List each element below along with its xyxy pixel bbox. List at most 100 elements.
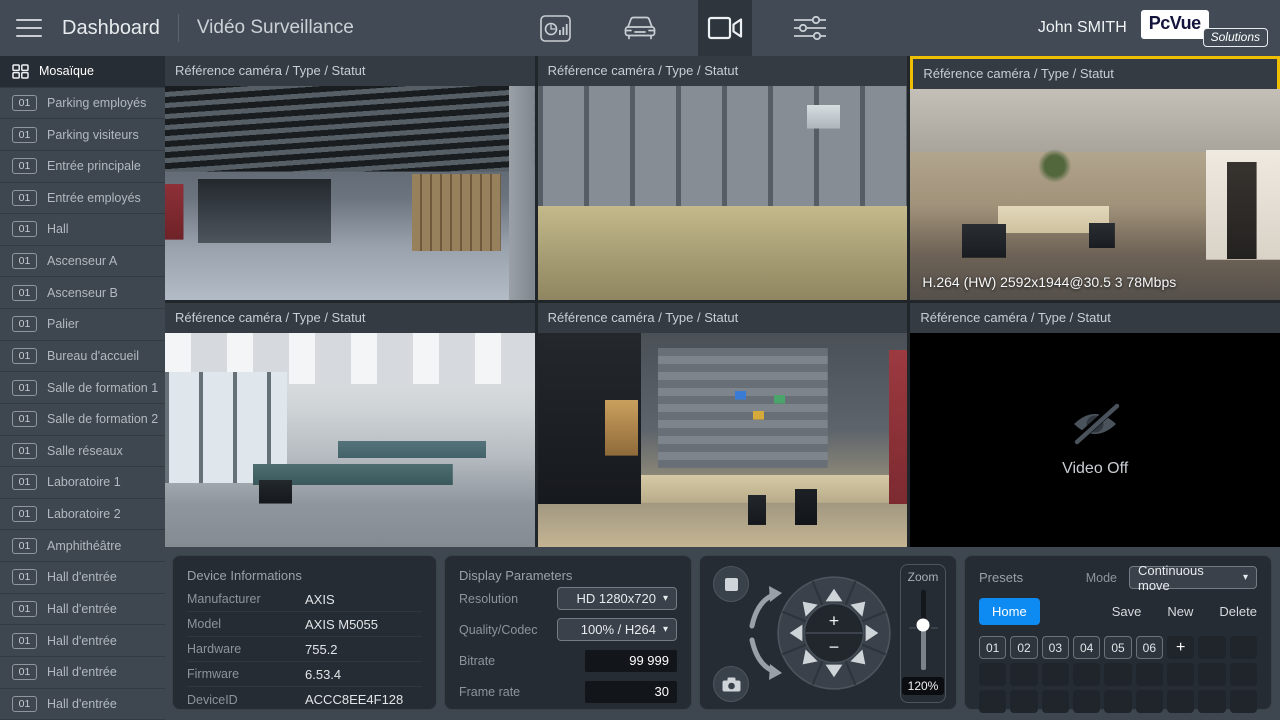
delete-button[interactable]: Delete [1219,604,1257,619]
save-button[interactable]: Save [1112,604,1142,619]
sidebar-item-entree-principale[interactable]: 01 Entrée principale [0,151,165,183]
sidebar-item-hall-dentree-1[interactable]: 01 Hall d'entrée [0,562,165,594]
sidebar-item-label: Ascenseur B [47,285,118,300]
sidebar-item-label: Mosaïque [39,64,94,79]
preset-slot-empty [1104,663,1132,686]
video-surveillance-icon[interactable] [698,0,752,56]
panel-title: Display Parameters [459,568,573,583]
quality-codec-dropdown[interactable]: 100% / H264 [557,618,677,641]
ptz-directional-pad[interactable]: + − [776,575,892,691]
camera-count-badge: 01 [12,379,37,396]
menu-hamburger-icon[interactable] [16,19,42,37]
vehicle-icon[interactable] [613,0,667,56]
new-button[interactable]: New [1167,604,1193,619]
mode-dropdown[interactable]: Continuous move [1129,563,1257,593]
sidebar-item-label: Salle de formation 1 [47,380,159,395]
bitrate-input[interactable]: 99 999 [585,649,677,672]
video-off-panel: Video Off [910,333,1280,547]
sidebar-item-amphitheatre[interactable]: 01 Amphithéâtre [0,530,165,562]
video-frame [165,86,535,300]
preset-slot-01[interactable]: 01 [979,636,1007,659]
camera-tile-header: Référence caméra / Type / Statut [165,56,535,86]
preset-slot-05[interactable]: 05 [1104,636,1132,659]
video-off-eye-icon [1072,403,1120,445]
sidebar-item-label: Hall d'entrée [47,633,117,648]
preset-slot-02[interactable]: 02 [1010,636,1038,659]
logo-primary: PcVue [1140,9,1209,39]
device-info-value: AXIS [305,591,335,607]
camera-video-feed[interactable] [537,86,908,300]
sidebar-item-bureau-daccueil[interactable]: 01 Bureau d'accueil [0,341,165,373]
stream-info-overlay: H.264 (HW) 2592x1944@30.5 3 78Mbps [922,274,1177,290]
preset-slot-empty [979,663,1007,686]
stop-button[interactable] [713,566,749,602]
sidebar-item-hall-dentree-4[interactable]: 01 Hall d'entrée [0,657,165,689]
display-param-row: Quality/Codec 100% / H264 [459,614,677,645]
sidebar-item-entree-employes[interactable]: 01 Entrée employés [0,183,165,215]
mode-label: Mode [1085,570,1117,585]
camera-video-feed[interactable] [165,333,535,547]
camera-tile-video-off[interactable]: Référence caméra / Type / Statut Video O… [910,303,1280,547]
device-info-row: Manufacturer AXIS [187,587,422,612]
zoom-out-button[interactable]: − [829,637,839,657]
camera-video-feed[interactable]: Video Off [910,333,1280,547]
preset-slot-empty [1041,690,1069,713]
camera-video-feed[interactable]: H.264 (HW) 2592x1944@30.5 3 78Mbps [910,89,1280,300]
sidebar-item-label: Hall d'entrée [47,570,117,585]
preset-slot-06[interactable]: 06 [1135,636,1163,659]
camera-tile-laboratory[interactable]: Référence caméra / Type / Statut [537,303,908,547]
preset-slot-04[interactable]: 04 [1073,636,1101,659]
camera-tile-parking-garage[interactable]: Référence caméra / Type / Statut [165,56,535,300]
history-report-icon[interactable] [528,0,582,56]
snapshot-button[interactable] [713,666,749,702]
sidebar-item-ascenseur-b[interactable]: 01 Ascenseur B [0,277,165,309]
camera-video-feed[interactable] [537,333,908,547]
sidebar-item-label: Salle réseaux [47,443,123,458]
camera-tile-header: Référence caméra / Type / Statut [537,303,908,333]
sidebar-item-parking-employes[interactable]: 01 Parking employés [0,88,165,120]
sidebar-item-ascenseur-a[interactable]: 01 Ascenseur A [0,246,165,278]
sidebar-item-hall[interactable]: 01 Hall [0,214,165,246]
sidebar-item-hall-dentree-2[interactable]: 01 Hall d'entrée [0,594,165,626]
device-informations-panel: Device Informations Manufacturer AXIS Mo… [172,555,437,710]
sidebar-item-label: Ascenseur A [47,254,118,269]
preset-slot-empty [1198,663,1226,686]
sidebar-item-hall-dentree-5[interactable]: 01 Hall d'entrée [0,689,165,720]
frame-rate-input[interactable]: 30 [585,680,677,703]
camera-count-badge: 01 [12,695,37,712]
sidebar-item-mosaique[interactable]: Mosaïque [0,56,165,88]
sidebar-item-label: Hall d'entrée [47,696,117,711]
sidebar-item-palier[interactable]: 01 Palier [0,309,165,341]
home-preset-button[interactable]: Home [979,598,1040,625]
resolution-dropdown[interactable]: HD 1280x720 [557,587,677,610]
top-nav-icons [528,0,868,56]
zoom-slider-track[interactable] [908,590,938,670]
sidebar-item-label: Amphithéâtre [47,538,122,553]
display-param-label: Quality/Codec [459,622,538,637]
sidebar-item-laboratoire-2[interactable]: 01 Laboratoire 2 [0,499,165,531]
display-parameters-panel: Display Parameters Resolution HD 1280x72… [444,555,692,710]
preset-slot-03[interactable]: 03 [1041,636,1069,659]
sidebar-item-salle-de-formation-2[interactable]: 01 Salle de formation 2 [0,404,165,436]
camera-count-badge: 01 [12,189,37,206]
camera-tile-elevator[interactable]: Référence caméra / Type / Statut [537,56,908,300]
preset-slot-empty [1229,690,1257,713]
camera-tile-training-room[interactable]: Référence caméra / Type / Statut [165,303,535,547]
camera-video-feed[interactable] [165,86,535,300]
device-info-row: Model AXIS M5055 [187,612,422,637]
user-name: John SMITH [1037,19,1127,36]
sidebar-item-salle-de-formation-1[interactable]: 01 Salle de formation 1 [0,372,165,404]
settings-sliders-icon[interactable] [783,0,837,56]
sidebar-item-laboratoire-1[interactable]: 01 Laboratoire 1 [0,467,165,499]
add-preset-button[interactable]: + [1167,636,1195,659]
sidebar-item-hall-dentree-3[interactable]: 01 Hall d'entrée [0,625,165,657]
zoom-in-button[interactable]: + [829,611,839,631]
sidebar-item-parking-visiteurs[interactable]: 01 Parking visiteurs [0,119,165,151]
camera-tile-office-reception-selected[interactable]: Référence caméra / Type / Statut H.264 (… [910,56,1280,300]
top-bar: Dashboard Vidéo Surveillance John SMITH … [0,0,1280,56]
camera-tile-header: Référence caméra / Type / Statut [165,303,535,333]
camera-tile-header: Référence caméra / Type / Statut [913,59,1277,89]
zoom-slider-thumb[interactable] [916,618,930,632]
device-info-row: Firmware 6.53.4 [187,662,422,687]
sidebar-item-salle-reseaux[interactable]: 01 Salle réseaux [0,436,165,468]
